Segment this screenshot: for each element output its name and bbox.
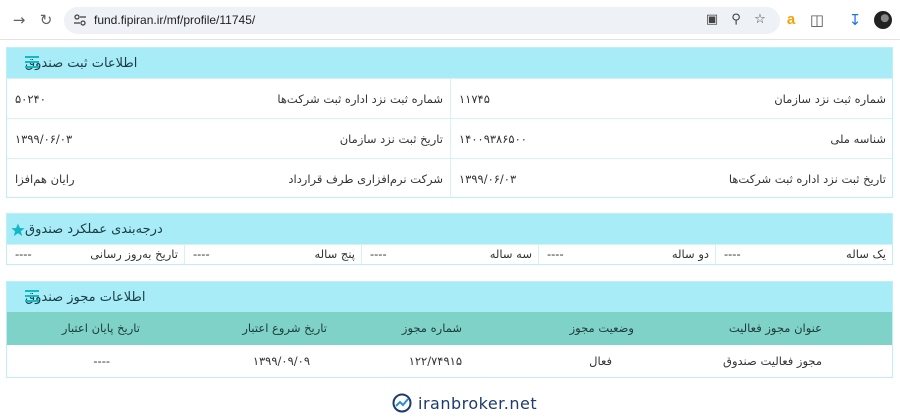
- amazon-extension-icon[interactable]: a: [782, 11, 800, 29]
- cell-label: شماره ثبت نزد اداره ثبت شرکت‌ها: [277, 92, 443, 106]
- registration-panel: اطلاعات ثبت صندوق شماره ثبت نزد سازمان ۱…: [6, 47, 893, 198]
- column-header: تاریخ شروع اعتبار: [242, 321, 327, 335]
- ranking-panel: درجه‌بندی عملکرد صندوق یک ساله ---- دو س…: [6, 213, 893, 265]
- zoom-icon[interactable]: ⚲: [728, 12, 744, 28]
- ranking-title: درجه‌بندی عملکرد صندوق: [25, 221, 163, 237]
- ranking-row: یک ساله ---- دو ساله ---- سه ساله ---- پ…: [7, 244, 892, 264]
- table-cell: ۱۲۲/۷۴۹۱۵: [408, 354, 462, 368]
- column-header: عنوان مجوز فعالیت: [728, 321, 822, 335]
- rank-value: ----: [15, 247, 32, 261]
- install-app-icon[interactable]: ▣: [704, 12, 720, 28]
- cell-value: ۱۳۹۹/۰۶/۰۳: [459, 172, 517, 186]
- list-icon: [11, 56, 39, 70]
- registration-row: شماره ثبت نزد سازمان ۱۱۷۴۵ شماره ثبت نزد…: [7, 78, 892, 118]
- ranking-cell: تاریخ به‌روز رسانی ----: [7, 245, 184, 264]
- profile-avatar[interactable]: [874, 11, 892, 29]
- rank-value: ----: [370, 247, 387, 261]
- rank-value: ----: [724, 247, 741, 261]
- reload-icon[interactable]: ↻: [37, 11, 55, 29]
- star-icon: [11, 222, 25, 236]
- brand-text: iranbroker.net: [418, 393, 538, 413]
- ranking-header: درجه‌بندی عملکرد صندوق: [7, 214, 892, 244]
- address-bar[interactable]: fund.fipiran.ir/mf/profile/11745/ ▣ ⚲ ☆: [64, 7, 780, 34]
- download-icon[interactable]: ↧: [846, 11, 864, 29]
- rank-label: پنج ساله: [314, 247, 355, 261]
- forward-icon[interactable]: →: [10, 11, 28, 29]
- column-header: شماره مجوز: [401, 321, 462, 335]
- chart-logo-icon: [392, 393, 412, 413]
- rank-label: دو ساله: [671, 247, 709, 261]
- browser-toolbar: → ↻ fund.fipiran.ir/mf/profile/11745/ ▣ …: [0, 0, 900, 40]
- brand-logo: iranbroker.net: [392, 392, 537, 414]
- column-header: تاریخ پایان اعتبار: [61, 321, 140, 335]
- rank-label: تاریخ به‌روز رسانی: [90, 247, 178, 261]
- table-cell: ۱۳۹۹/۰۹/۰۹: [252, 354, 310, 368]
- cell-value: رایان هم‌افزا: [15, 172, 75, 186]
- url-text[interactable]: fund.fipiran.ir/mf/profile/11745/: [94, 7, 255, 34]
- cell-value: ۱۳۹۹/۰۶/۰۳: [15, 132, 73, 146]
- rank-label: سه ساله: [489, 247, 532, 261]
- rank-label: یک ساله: [846, 247, 886, 261]
- cell-value: ۵۰۲۴۰: [15, 92, 46, 106]
- registration-cell: شرکت نرم‌افزاری طرف قرارداد رایان هم‌افز…: [7, 159, 449, 198]
- table-cell: فعال: [589, 354, 612, 368]
- cell-label: شماره ثبت نزد سازمان: [774, 92, 886, 106]
- ranking-cell: دو ساله ----: [538, 245, 715, 264]
- ranking-cell: یک ساله ----: [715, 245, 892, 264]
- bookmark-star-icon[interactable]: ☆: [752, 12, 768, 28]
- license-header: اطلاعات مجوز صندوق: [7, 282, 892, 312]
- list-icon: [11, 290, 39, 304]
- cell-value: ۱۱۷۴۵: [459, 92, 490, 106]
- registration-cell: شماره ثبت نزد اداره ثبت شرکت‌ها ۵۰۲۴۰: [7, 79, 449, 118]
- rank-value: ----: [193, 247, 210, 261]
- cell-value: ۱۴۰۰۹۳۸۶۵۰۰: [459, 132, 527, 146]
- registration-cell: تاریخ ثبت نزد سازمان ۱۳۹۹/۰۶/۰۳: [7, 119, 449, 158]
- registration-row: تاریخ ثبت نزد اداره ثبت شرکت‌ها ۱۳۹۹/۰۶/…: [7, 158, 892, 198]
- registration-title: اطلاعات ثبت صندوق: [25, 55, 138, 71]
- extensions-puzzle-icon[interactable]: ◫: [808, 11, 826, 29]
- cell-label: شرکت نرم‌افزاری طرف قرارداد: [288, 172, 443, 186]
- table-cell: ----: [93, 354, 110, 368]
- cell-label: تاریخ ثبت نزد سازمان: [339, 132, 443, 146]
- cell-label: تاریخ ثبت نزد اداره ثبت شرکت‌ها: [728, 172, 886, 186]
- registration-cell: تاریخ ثبت نزد اداره ثبت شرکت‌ها ۱۳۹۹/۰۶/…: [450, 159, 892, 198]
- site-info-icon[interactable]: [73, 13, 87, 27]
- registration-cell: شناسه ملی ۱۴۰۰۹۳۸۶۵۰۰: [450, 119, 892, 158]
- table-cell: مجوز فعالیت صندوق: [723, 354, 822, 368]
- cell-label: شناسه ملی: [830, 132, 886, 146]
- registration-cell: شماره ثبت نزد سازمان ۱۱۷۴۵: [450, 79, 892, 118]
- license-table-header: عنوان مجوز فعالیت وضعیت مجوز شماره مجوز …: [7, 312, 892, 345]
- ranking-cell: پنج ساله ----: [184, 245, 361, 264]
- license-title: اطلاعات مجوز صندوق: [25, 289, 146, 305]
- ranking-cell: سه ساله ----: [361, 245, 538, 264]
- table-row: مجوز فعالیت صندوق فعال ۱۲۲/۷۴۹۱۵ ۱۳۹۹/۰۹…: [7, 345, 892, 377]
- registration-row: شناسه ملی ۱۴۰۰۹۳۸۶۵۰۰ تاریخ ثبت نزد سازم…: [7, 118, 892, 158]
- rank-value: ----: [547, 247, 564, 261]
- license-panel: اطلاعات مجوز صندوق عنوان مجوز فعالیت وضع…: [6, 281, 893, 378]
- column-header: وضعیت مجوز: [569, 321, 634, 335]
- registration-header: اطلاعات ثبت صندوق: [7, 48, 892, 78]
